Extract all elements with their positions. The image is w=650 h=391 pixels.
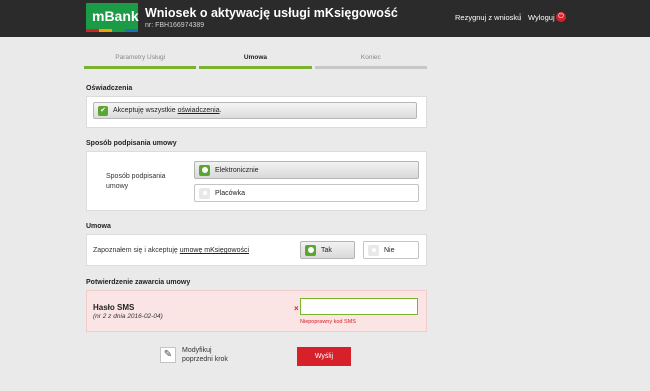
power-icon[interactable]: ⏻	[556, 12, 566, 22]
signing-option-electronic[interactable]: Elektronicznie	[194, 161, 419, 179]
step-parameters: Parametry Usługi	[84, 53, 197, 69]
confirmation-title: Potwierdzenie zawarcia umowy	[86, 279, 191, 286]
declarations-panel: ✔ Akceptuję wszystkie oświadczenia.	[86, 96, 427, 128]
accept-declarations-checkbox[interactable]: ✔ Akceptuję wszystkie oświadczenia.	[93, 102, 417, 119]
logo-text: mBank	[86, 3, 139, 29]
agreement-text: Zapoznałem się i akceptuję umowę mKsięgo…	[93, 246, 249, 256]
agreement-yes[interactable]: Tak	[300, 241, 355, 259]
pencil-icon: ✎	[160, 347, 176, 363]
top-bar: mBank Wniosek o aktywację usługi mKsięgo…	[0, 0, 650, 37]
signing-option-branch[interactable]: Placówka	[194, 184, 419, 202]
agreement-link[interactable]: umowę mKsięgowości	[180, 247, 249, 254]
sms-sub-label: (nr 2 z dnia 2016-02-04)	[93, 313, 163, 320]
signing-title: Sposób podpisania umowy	[86, 140, 177, 147]
logo-stripe	[86, 29, 138, 32]
step-label: Koniec	[360, 54, 381, 61]
signing-field-label: Sposób podpisania umowy	[106, 173, 166, 190]
send-button[interactable]: Wyślij	[297, 347, 351, 366]
option-label: Tak	[321, 246, 332, 254]
step-bar	[199, 66, 312, 69]
accept-suffix: .	[219, 107, 222, 114]
check-icon: ✔	[98, 105, 108, 116]
radio-off-icon	[368, 244, 379, 256]
modify-label: Modyfikuj poprzedni krok	[182, 347, 228, 363]
declarations-link[interactable]: oświadczenia	[178, 107, 220, 114]
step-label: Umowa	[243, 54, 268, 61]
radio-off-icon	[199, 187, 210, 199]
progress-steps: Parametry Usługi Umowa Koniec	[84, 53, 427, 69]
declarations-title: Oświadczenia	[86, 85, 133, 92]
signing-panel: Sposób podpisania umowy Elektronicznie P…	[86, 151, 427, 211]
confirmation-panel: Hasło SMS (nr 2 z dnia 2016-02-04) × Nie…	[86, 290, 427, 332]
error-icon: ×	[294, 304, 299, 313]
logout-link[interactable]: Wyloguj	[528, 13, 555, 22]
radio-on-icon	[199, 164, 210, 176]
step-label: Parametry Usługi	[115, 54, 166, 61]
accept-prefix: Akceptuję wszystkie	[113, 107, 176, 114]
agreement-panel: Zapoznałem się i akceptuję umowę mKsięgo…	[86, 234, 427, 266]
mbank-logo: mBank	[86, 3, 139, 32]
option-label: Elektronicznie	[215, 166, 259, 174]
header-separator: |	[519, 12, 522, 21]
step-agreement: Umowa	[199, 53, 312, 69]
sms-error-message: Niepoprawny kod SMS	[300, 319, 356, 325]
option-label: Placówka	[215, 189, 245, 197]
step-end: Koniec	[314, 53, 427, 69]
modify-previous-step[interactable]: ✎ Modyfikuj poprzedni krok	[160, 346, 232, 364]
page-title: Wniosek o aktywację usługi mKsięgowość	[145, 6, 398, 20]
agreement-prefix: Zapoznałem się i akceptuję	[93, 247, 180, 254]
step-bar	[314, 66, 427, 69]
resign-link[interactable]: Rezygnuj z wniosku	[455, 13, 521, 22]
step-bar	[84, 66, 197, 69]
sms-label: Hasło SMS	[93, 303, 135, 312]
radio-on-icon	[305, 244, 316, 256]
application-number: nr: FBH166974389	[145, 22, 205, 29]
agreement-title: Umowa	[86, 223, 111, 230]
agreement-no[interactable]: Nie	[363, 241, 419, 259]
sms-code-input[interactable]	[300, 298, 418, 315]
option-label: Nie	[384, 246, 395, 254]
